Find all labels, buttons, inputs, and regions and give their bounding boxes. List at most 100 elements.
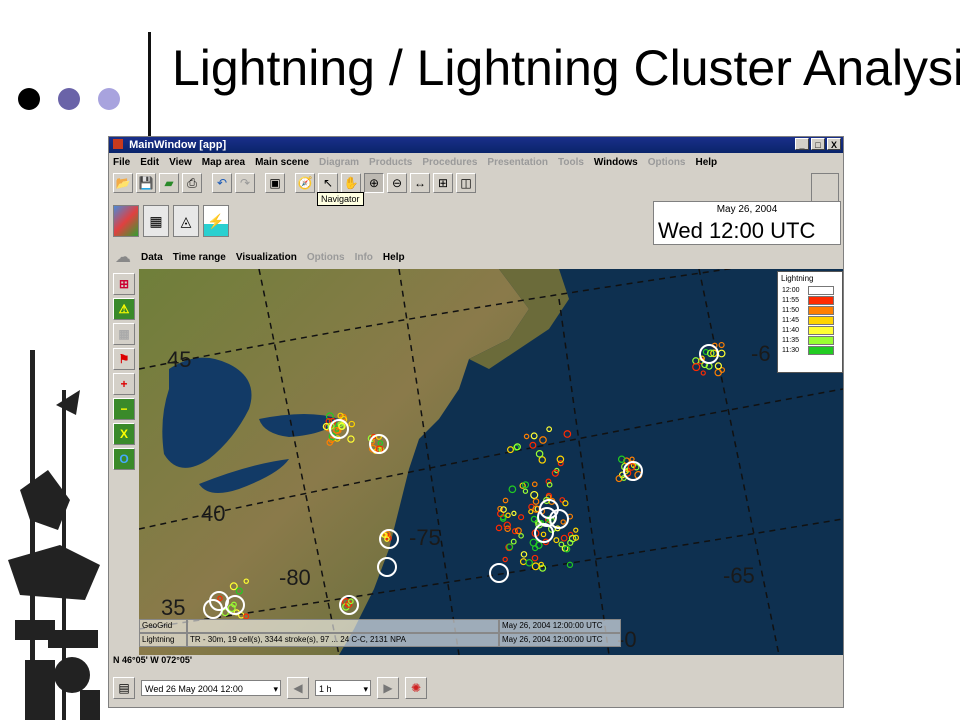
menu-products: Products <box>369 156 413 168</box>
menu-options: Options <box>647 156 686 168</box>
menu-windows[interactable]: Windows <box>594 157 638 168</box>
legend-entry-time: 11:55 <box>782 296 799 304</box>
close-button[interactable]: X <box>827 138 841 150</box>
layers-icon[interactable] <box>113 205 139 237</box>
menu-main-scene[interactable]: Main scene <box>255 157 309 168</box>
info-cell-name: GeoGrid <box>139 619 187 633</box>
info-row-geogrid: GeoGrid May 26, 2004 12:00:00 UTC <box>139 619 621 633</box>
flag-icon[interactable]: ⚑ <box>113 348 135 370</box>
menu-bar: File Edit View Map area Main scene Diagr… <box>109 153 843 171</box>
product-chart-icon[interactable]: ▦ <box>143 205 169 237</box>
menu-edit[interactable]: Edit <box>140 157 159 168</box>
chevron-down-icon[interactable]: ▾ <box>363 681 368 697</box>
window-title: MainWindow [app] <box>129 139 227 151</box>
symbols-icon[interactable]: ⊞ <box>113 273 135 295</box>
legend-entry: 11:50 <box>778 305 842 315</box>
remove-icon[interactable]: − <box>113 398 135 420</box>
map-view[interactable]: 45 40 35 -80 -75 -65 -6 -0 <box>139 269 843 655</box>
legend-swatch <box>808 295 834 305</box>
menu-view[interactable]: View <box>169 157 192 168</box>
step-select[interactable]: 1 h ▾ <box>315 680 371 696</box>
chevron-down-icon[interactable]: ▾ <box>273 681 278 697</box>
time-display: May 26, 2004 Wed 12:00 UTC <box>653 201 841 245</box>
lightning-warning-icon[interactable]: ⚠ <box>113 298 135 320</box>
layer-buttons: ▦ ◬ ⚡ <box>113 205 229 237</box>
animation-gear-icon[interactable]: ✺ <box>405 677 427 699</box>
delete-icon[interactable]: X <box>113 423 135 445</box>
minimize-button[interactable]: _ <box>795 138 809 150</box>
print-icon[interactable]: ⎙ <box>182 173 202 193</box>
window-titlebar[interactable]: MainWindow [app] _ □ X <box>109 137 843 153</box>
menu-map-area[interactable]: Map area <box>202 157 245 168</box>
legend-entry: 11:40 <box>778 325 842 335</box>
screen-icon[interactable]: ▣ <box>265 173 285 193</box>
legend-swatch <box>808 285 834 295</box>
car-icon[interactable]: ▰ <box>159 173 179 193</box>
lightning-submenu: Data Time range Visualization Options In… <box>109 245 843 269</box>
legend-entry-time: 11:50 <box>782 306 799 314</box>
info-row-lightning: Lightning TR - 30m, 19 cell(s), 3344 str… <box>139 633 621 647</box>
legend-entry-time: 11:40 <box>782 326 799 334</box>
zoom-out-icon[interactable]: ⊖ <box>387 173 407 193</box>
submenu-time-range[interactable]: Time range <box>173 252 226 263</box>
lightning-legend: Lightning 12:00 11:55 11:50 11:45 11:40 11:35… <box>777 271 843 373</box>
datetime-value: Wed 26 May 2004 12:00 <box>145 684 243 694</box>
grid-label-minus6: -6 <box>751 341 771 366</box>
maximize-button[interactable]: □ <box>811 138 825 150</box>
pointer-icon[interactable]: ↖ <box>318 173 338 193</box>
navigator-tooltip: Navigator <box>317 192 364 206</box>
legend-swatch <box>808 325 834 335</box>
main-window: MainWindow [app] _ □ X File Edit View Ma… <box>108 136 844 708</box>
time-navigation-bar: ▤ Wed 26 May 2004 12:00 ▾ ◀ 1 h ▾ ▶ ✺ <box>109 669 843 707</box>
hand-pan-icon[interactable]: ✋ <box>341 173 361 193</box>
navigator-icon[interactable]: 🧭 <box>295 173 315 193</box>
main-toolbar: 📂 💾 ▰ ⎙ ↶ ↷ ▣ 🧭 ↖ ✋ ⊕ ⊖ ↔ ⊞ ◫ Navigator <box>109 171 843 206</box>
legend-swatch <box>808 315 834 325</box>
time-clock: Wed 12:00 UTC <box>658 218 816 243</box>
circle-select-icon[interactable]: O <box>113 448 135 470</box>
side-toolbar: ⊞ ⚠ ▦ ⚑ + − X O <box>113 273 137 470</box>
undo-icon[interactable]: ↶ <box>212 173 232 193</box>
legend-title: Lightning <box>781 274 814 283</box>
submenu-info: Info <box>354 251 373 263</box>
legend-entry: 11:45 <box>778 315 842 325</box>
grid-label-40: 40 <box>201 501 226 526</box>
submenu-data[interactable]: Data <box>141 252 163 263</box>
info-cell-desc <box>187 619 499 633</box>
menu-presentation: Presentation <box>487 156 548 168</box>
datetime-field[interactable]: Wed 26 May 2004 12:00 ▾ <box>141 680 281 696</box>
grid-projection-icon[interactable]: ◬ <box>173 205 199 237</box>
redo-icon[interactable]: ↷ <box>235 173 255 193</box>
menu-file[interactable]: File <box>113 157 130 168</box>
submenu-help[interactable]: Help <box>383 252 405 263</box>
grid-table-icon[interactable]: ⊞ <box>433 173 453 193</box>
step-back-icon[interactable]: ◀ <box>287 677 309 699</box>
save-icon[interactable]: 💾 <box>136 173 156 193</box>
time-date: May 26, 2004 <box>716 204 778 215</box>
film-strip-icon[interactable]: ▤ <box>113 677 135 699</box>
window-layout-icon[interactable]: ◫ <box>456 173 476 193</box>
open-folder-icon[interactable]: 📂 <box>113 173 133 193</box>
zoom-in-icon[interactable]: ⊕ <box>364 173 384 193</box>
horizontal-arrows-icon[interactable]: ↔ <box>410 173 430 193</box>
menu-tools: Tools <box>557 156 584 168</box>
info-cell-time: May 26, 2004 12:00:00 UTC <box>499 633 621 647</box>
lightning-layer-icon[interactable]: ⚡ <box>203 205 229 237</box>
map-canvas[interactable] <box>139 269 843 655</box>
grid-label-minus75: -75 <box>409 525 441 550</box>
legend-swatch <box>808 345 834 355</box>
grid-disabled-icon: ▦ <box>113 323 135 345</box>
menu-help[interactable]: Help <box>696 157 718 168</box>
submenu-visualization[interactable]: Visualization <box>236 252 297 263</box>
legend-entry-time: 11:45 <box>782 316 799 324</box>
legend-swatch <box>808 305 834 315</box>
slide-bullet-1 <box>18 88 40 110</box>
slide-bullet-2 <box>58 88 80 110</box>
info-cell-desc: TR - 30m, 19 cell(s), 3344 stroke(s), 97… <box>187 633 499 647</box>
step-value: 1 h <box>319 684 332 694</box>
add-point-icon[interactable]: + <box>113 373 135 395</box>
step-forward-icon[interactable]: ▶ <box>377 677 399 699</box>
grid-label-minus80: -80 <box>279 565 311 590</box>
slide-bullet-3 <box>98 88 120 110</box>
decorative-silhouette-image <box>8 350 100 720</box>
